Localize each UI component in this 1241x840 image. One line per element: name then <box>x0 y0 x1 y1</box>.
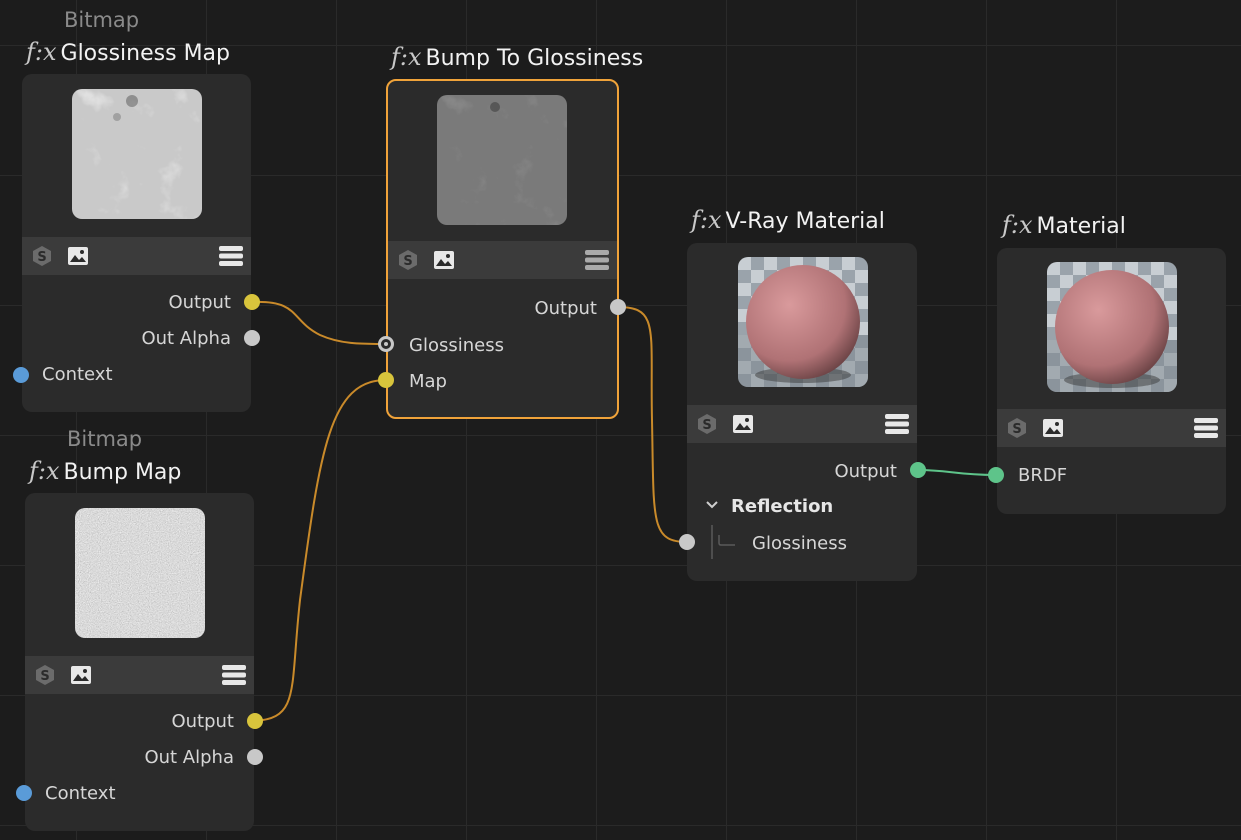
shader-s-icon[interactable]: S <box>30 244 54 268</box>
node-bump-to-glossiness[interactable]: S Output Glossiness Map <box>386 79 619 419</box>
section-reflection[interactable]: Reflection <box>731 496 833 517</box>
chevron-down-icon[interactable] <box>705 498 719 512</box>
port-label-map: Map <box>409 371 447 392</box>
node-title-label: Material <box>1036 214 1126 239</box>
menu-icon[interactable] <box>885 412 909 436</box>
texture-preview <box>72 89 202 219</box>
wire-bump-output-to-vray-glossiness[interactable] <box>617 306 688 543</box>
port-label-output: Output <box>168 292 231 313</box>
node-subtitle: Bitmap <box>67 427 143 451</box>
shader-s-icon[interactable]: S <box>33 663 57 687</box>
fx-icon: f:x <box>691 206 722 234</box>
port-label-context: Context <box>45 783 116 804</box>
shader-s-icon[interactable]: S <box>695 412 719 436</box>
shader-s-icon[interactable]: S <box>1005 416 1029 440</box>
svg-text:S: S <box>403 254 412 269</box>
output-port[interactable] <box>247 713 263 729</box>
fx-icon: f:x <box>1002 211 1033 239</box>
port-label-brdf: BRDF <box>1018 465 1068 486</box>
node-bump-map[interactable]: S Output Out Alpha Context <box>25 493 254 831</box>
shader-s-icon[interactable]: S <box>396 248 420 272</box>
wire-bumpmap-to-map[interactable] <box>254 379 387 722</box>
port-label-context: Context <box>42 364 113 385</box>
menu-icon[interactable] <box>1194 416 1218 440</box>
port-label-output: Output <box>834 461 897 482</box>
glossiness-input-port[interactable] <box>679 534 695 550</box>
brdf-input-port[interactable] <box>988 467 1004 483</box>
node-material[interactable]: S BRDF <box>997 248 1226 514</box>
node-title-label: Bump To Glossiness <box>425 46 644 71</box>
node-title-label: Bump Map <box>63 460 182 485</box>
wire-vray-output-to-brdf[interactable] <box>917 469 997 476</box>
tree-branch-icon <box>709 525 749 561</box>
port-label-out-alpha: Out Alpha <box>144 747 234 768</box>
out-alpha-port[interactable] <box>247 749 263 765</box>
texture-preview <box>437 95 567 225</box>
node-subtitle: Bitmap <box>64 8 140 32</box>
port-label-glossiness: Glossiness <box>409 335 504 356</box>
context-port[interactable] <box>13 367 29 383</box>
output-port[interactable] <box>610 299 626 315</box>
context-port[interactable] <box>16 785 32 801</box>
node-vray-material[interactable]: S Output Reflection Glossiness <box>687 243 917 581</box>
node-title-glossiness-map[interactable]: f:x Glossiness Map <box>26 38 230 66</box>
node-toolbar: S <box>25 656 254 694</box>
svg-text:S: S <box>37 250 46 265</box>
menu-icon[interactable] <box>585 248 609 272</box>
svg-text:S: S <box>702 418 711 433</box>
wire-glossmap-to-glossiness[interactable] <box>251 300 387 345</box>
node-title-bump-to-glossiness[interactable]: f:x Bump To Glossiness <box>391 43 643 71</box>
image-icon[interactable] <box>69 663 93 687</box>
output-port[interactable] <box>910 462 926 478</box>
node-title-label: Glossiness Map <box>60 41 230 66</box>
menu-icon[interactable] <box>222 663 246 687</box>
map-input-port[interactable] <box>378 372 394 388</box>
node-title-label: V-Ray Material <box>725 209 885 234</box>
svg-text:S: S <box>40 669 49 684</box>
port-label-output: Output <box>171 711 234 732</box>
image-icon[interactable] <box>432 248 456 272</box>
image-icon[interactable] <box>1041 416 1065 440</box>
menu-icon[interactable] <box>219 244 243 268</box>
fx-icon: f:x <box>391 43 422 71</box>
fx-icon: f:x <box>26 38 57 66</box>
svg-text:S: S <box>1012 422 1021 437</box>
node-toolbar: S <box>388 241 617 279</box>
texture-preview <box>75 508 205 638</box>
output-port[interactable] <box>244 294 260 310</box>
node-toolbar: S <box>22 237 251 275</box>
port-label-output: Output <box>534 298 597 319</box>
out-alpha-port[interactable] <box>244 330 260 346</box>
material-preview <box>738 257 868 387</box>
port-label-out-alpha: Out Alpha <box>141 328 231 349</box>
node-toolbar: S <box>997 409 1226 447</box>
image-icon[interactable] <box>731 412 755 436</box>
material-preview <box>1047 262 1177 392</box>
node-title-material[interactable]: f:x Material <box>1002 211 1126 239</box>
port-label-glossiness: Glossiness <box>752 533 847 554</box>
node-glossiness-map[interactable]: S Output Out Alpha Context <box>22 74 251 412</box>
node-title-vray-material[interactable]: f:x V-Ray Material <box>691 206 885 234</box>
glossiness-input-port[interactable] <box>378 336 394 352</box>
fx-icon: f:x <box>29 457 60 485</box>
image-icon[interactable] <box>66 244 90 268</box>
node-toolbar: S <box>687 405 917 443</box>
node-title-bump-map[interactable]: f:x Bump Map <box>29 457 181 485</box>
